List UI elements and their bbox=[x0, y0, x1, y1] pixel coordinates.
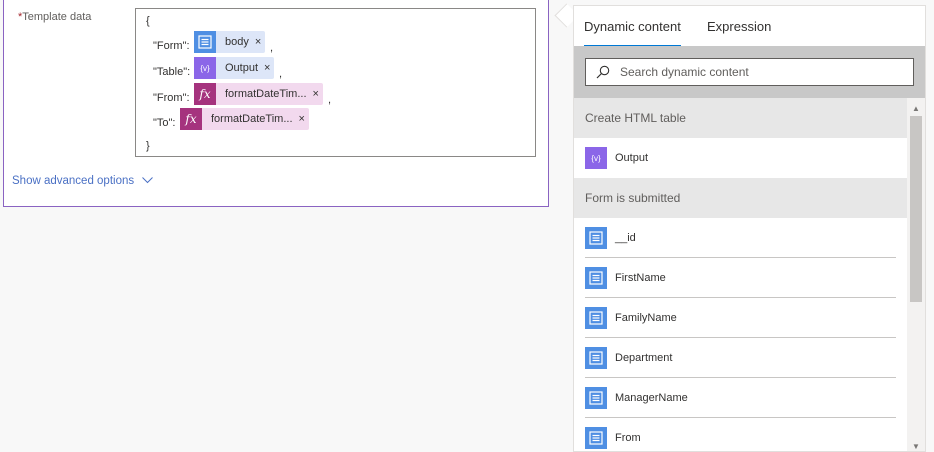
fx-icon: fx bbox=[194, 83, 216, 105]
scroll-up-arrow-icon[interactable]: ▲ bbox=[907, 101, 925, 115]
search-icon bbox=[596, 65, 610, 79]
search-input[interactable] bbox=[618, 64, 902, 80]
variable-icon: {v} bbox=[194, 57, 216, 79]
form-icon bbox=[585, 267, 607, 289]
token-label: formatDateTim... bbox=[211, 113, 293, 125]
comma: , bbox=[328, 94, 332, 106]
list-item-department[interactable]: Department bbox=[574, 338, 907, 378]
remove-token-icon[interactable]: × bbox=[299, 113, 305, 125]
search-box[interactable] bbox=[585, 58, 914, 86]
open-brace: { bbox=[146, 15, 150, 27]
token-output[interactable]: {v} Output × bbox=[194, 57, 275, 79]
list-item-familyname[interactable]: FamilyName bbox=[574, 298, 907, 338]
section-header-create-html-table: Create HTML table bbox=[574, 98, 907, 138]
list-item-id[interactable]: __id bbox=[574, 218, 907, 258]
tab-expression[interactable]: Expression bbox=[707, 19, 771, 34]
key-to: "To": bbox=[153, 117, 176, 129]
remove-token-icon[interactable]: × bbox=[264, 62, 270, 74]
comma: , bbox=[270, 42, 274, 54]
list-item-from[interactable]: From bbox=[574, 418, 907, 451]
token-label: Output bbox=[225, 62, 259, 74]
remove-token-icon[interactable]: × bbox=[313, 88, 319, 100]
comma: , bbox=[279, 68, 283, 80]
list-scrollbar[interactable]: ▲ ▼ bbox=[907, 98, 925, 451]
show-advanced-options-link[interactable]: Show advanced options bbox=[12, 175, 153, 187]
form-icon bbox=[194, 31, 216, 53]
list-item-firstname[interactable]: FirstName bbox=[574, 258, 907, 298]
variable-icon: {v} bbox=[585, 147, 607, 169]
token-label: formatDateTim... bbox=[225, 88, 307, 100]
token-format-date-to[interactable]: fx formatDateTim... × bbox=[180, 108, 309, 130]
token-label: body bbox=[225, 36, 249, 48]
list-item-managername[interactable]: ManagerName bbox=[574, 378, 907, 418]
template-data-editor[interactable]: { "Form": body × , "Table": {v} Output ×… bbox=[135, 8, 536, 157]
key-table: "Table": bbox=[153, 66, 191, 78]
panel-tabs: Dynamic content Expression bbox=[574, 6, 925, 47]
form-icon bbox=[585, 307, 607, 329]
tab-dynamic-content[interactable]: Dynamic content bbox=[584, 19, 681, 47]
template-data-label: *Template data bbox=[18, 11, 92, 23]
section-header-form-is-submitted: Form is submitted bbox=[574, 178, 907, 218]
fx-icon: fx bbox=[180, 108, 202, 130]
close-brace: } bbox=[146, 140, 150, 152]
search-area bbox=[574, 46, 925, 98]
dynamic-content-panel: Dynamic content Expression Create HTML t… bbox=[573, 5, 926, 452]
dynamic-content-list: Create HTML table {v} Output Form is sub… bbox=[574, 98, 907, 451]
key-from: "From": bbox=[153, 92, 190, 104]
key-form: "Form": bbox=[153, 40, 190, 52]
remove-token-icon[interactable]: × bbox=[255, 36, 261, 48]
token-format-date-from[interactable]: fx formatDateTim... × bbox=[194, 83, 323, 105]
form-icon bbox=[585, 347, 607, 369]
form-icon bbox=[585, 427, 607, 449]
list-item-output[interactable]: {v} Output bbox=[574, 138, 907, 178]
chevron-down-icon bbox=[142, 175, 153, 187]
scrollbar-thumb[interactable] bbox=[910, 116, 922, 302]
scroll-down-arrow-icon[interactable]: ▼ bbox=[907, 439, 925, 451]
form-icon bbox=[585, 387, 607, 409]
token-body[interactable]: body × bbox=[194, 31, 266, 53]
action-card: *Template data { "Form": body × , "Table… bbox=[3, 0, 549, 207]
form-icon bbox=[585, 227, 607, 249]
